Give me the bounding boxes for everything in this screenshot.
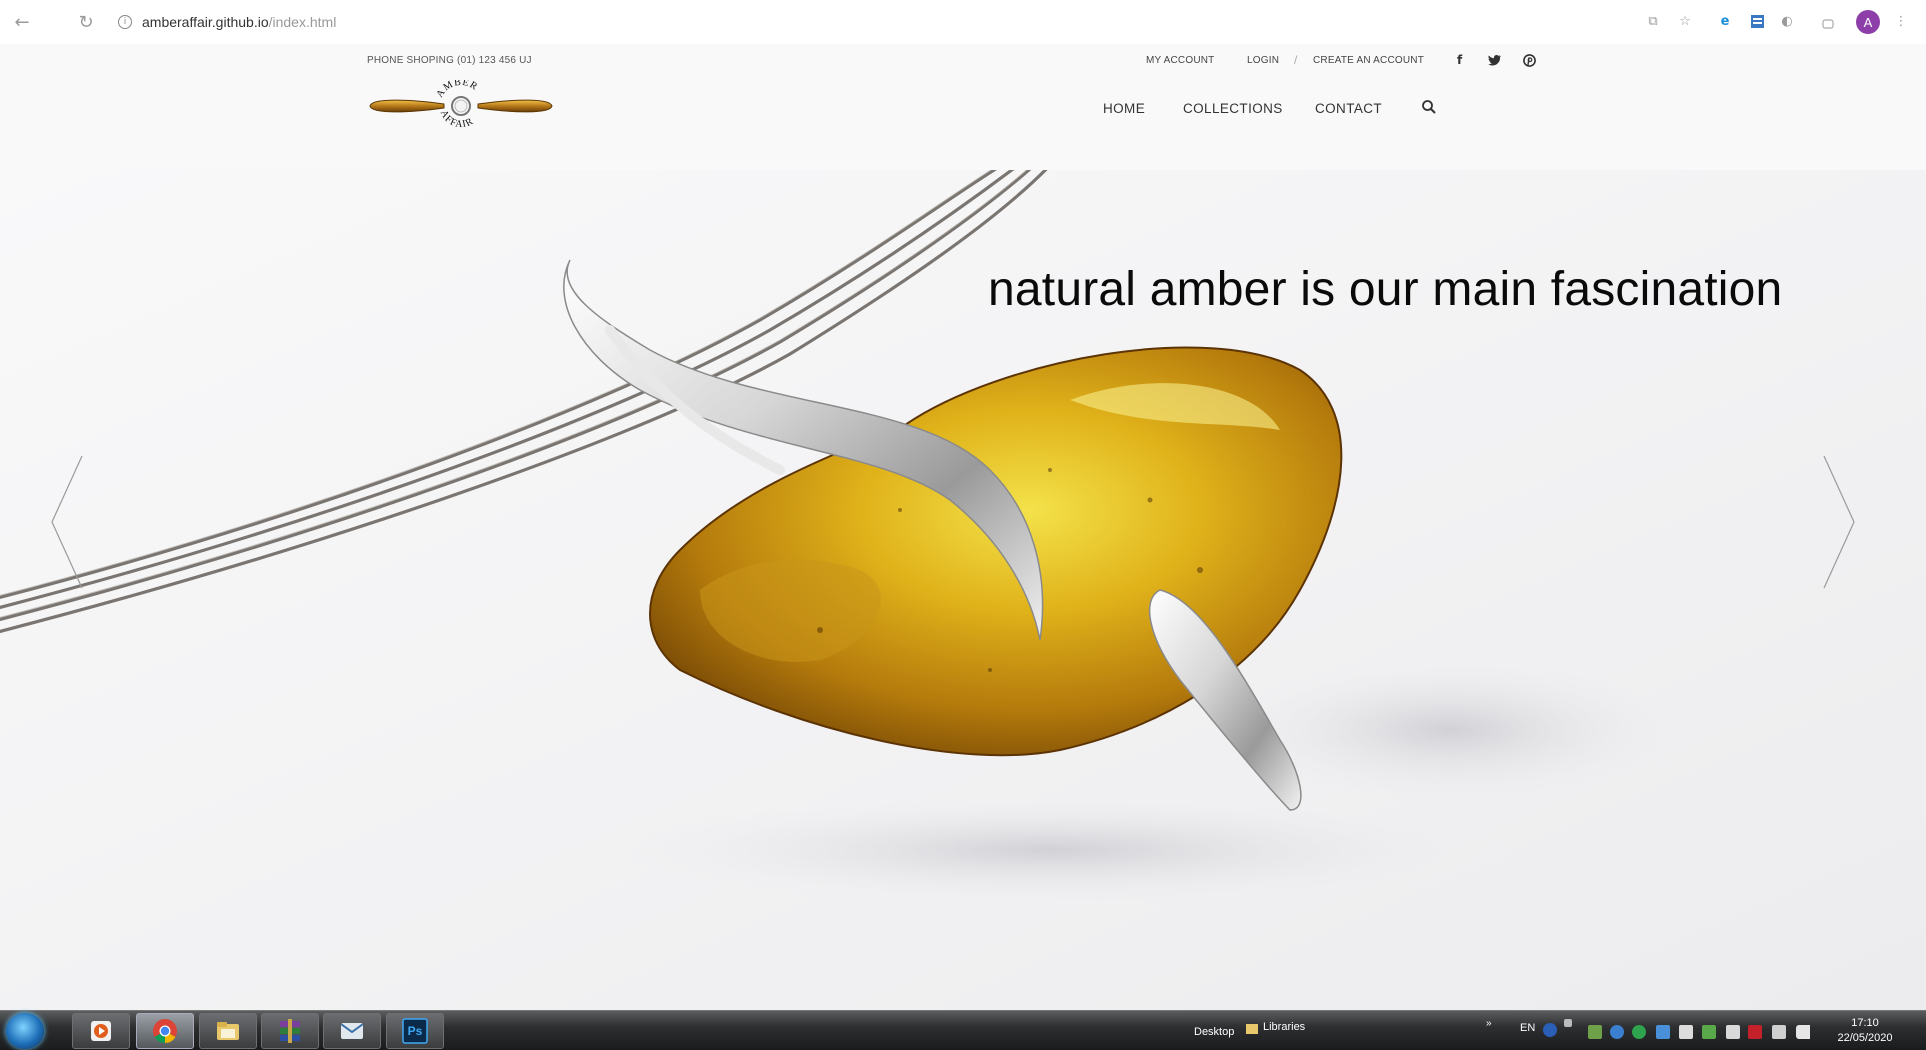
address-bar[interactable]: i amberaffair.github.io/index.html <box>118 12 336 32</box>
reload-icon[interactable]: ↻ <box>75 11 97 33</box>
extension-icon[interactable] <box>1748 12 1766 30</box>
url-host: amberaffair.github.io <box>142 14 269 30</box>
browser-toolbar: ← ↻ i amberaffair.github.io/index.html ⧉… <box>0 0 1926 44</box>
next-slide-arrow[interactable] <box>1818 452 1858 592</box>
pinterest-icon[interactable] <box>1523 54 1536 67</box>
star-icon[interactable]: ☆ <box>1676 12 1694 30</box>
network-tray-icon[interactable] <box>1772 1025 1786 1039</box>
theme-extension-icon[interactable]: ◐ <box>1778 12 1796 30</box>
hero-headline: natural amber is our main fascination <box>988 263 1783 316</box>
phone-text: PHONE SHOPING (01) 123 456 UJ <box>367 55 532 66</box>
outlook-icon[interactable] <box>323 1013 381 1049</box>
facebook-icon[interactable]: f <box>1457 53 1462 67</box>
libraries-toolbar-label[interactable]: Libraries <box>1263 1021 1305 1033</box>
svg-text:AMBER: AMBER <box>434 80 479 100</box>
photoshop-icon[interactable]: Ps <box>386 1013 444 1049</box>
taskbar-clock[interactable]: 17:10 22/05/2020 <box>1830 1016 1900 1046</box>
help-tray-icon[interactable] <box>1543 1023 1557 1037</box>
clock-time: 17:10 <box>1851 1017 1879 1029</box>
menu-dots-icon[interactable]: ⋮ <box>1892 12 1910 30</box>
toolbar-expand-icon[interactable]: » <box>1486 1018 1492 1029</box>
language-indicator[interactable]: EN <box>1520 1022 1535 1034</box>
edge-extension-icon[interactable]: e <box>1716 12 1734 30</box>
twitter-icon[interactable] <box>1488 54 1502 66</box>
media-player-icon[interactable] <box>72 1013 130 1049</box>
desktop-toolbar-label[interactable]: Desktop <box>1194 1026 1234 1038</box>
tray-app-icon-4[interactable] <box>1656 1025 1670 1039</box>
nav-contact[interactable]: CONTACT <box>1315 101 1382 116</box>
tray-app-icon-5[interactable] <box>1679 1025 1693 1039</box>
back-icon[interactable]: ← <box>11 11 33 33</box>
tray-app-icon-2[interactable] <box>1610 1025 1624 1039</box>
url-path: /index.html <box>268 14 337 30</box>
extension-badge-icon[interactable] <box>1818 12 1836 30</box>
translate-icon[interactable]: ⧉ <box>1644 12 1662 30</box>
clock-date: 22/05/2020 <box>1837 1032 1893 1044</box>
prev-slide-arrow[interactable] <box>48 452 88 592</box>
screen: ← ↻ i amberaffair.github.io/index.html ⧉… <box>0 0 1926 1050</box>
tray-app-icon-7[interactable] <box>1726 1025 1740 1039</box>
my-account-link[interactable]: MY ACCOUNT <box>1146 55 1215 66</box>
search-icon[interactable] <box>1421 99 1437 115</box>
profile-avatar[interactable]: A <box>1856 10 1880 34</box>
winrar-icon[interactable] <box>261 1013 319 1049</box>
svg-text:AFFAIR: AFFAIR <box>438 108 476 130</box>
hero-slider: natural amber is our main fascination <box>0 170 1926 1010</box>
photoshop-label: Ps <box>407 1024 423 1038</box>
windows-taskbar: Ps Desktop Libraries » EN 17:10 22/05/20… <box>0 1010 1926 1050</box>
nav-home[interactable]: HOME <box>1103 101 1145 116</box>
volume-tray-icon[interactable] <box>1796 1025 1810 1039</box>
create-account-link[interactable]: CREATE AN ACCOUNT <box>1313 55 1424 66</box>
chrome-icon[interactable] <box>136 1013 194 1049</box>
nav-collections[interactable]: COLLECTIONS <box>1183 101 1283 116</box>
tray-arrow-icon[interactable] <box>1564 1019 1572 1027</box>
tray-app-icon-3[interactable] <box>1632 1025 1646 1039</box>
tray-app-icon-8[interactable] <box>1748 1025 1762 1039</box>
login-link[interactable]: LOGIN <box>1247 55 1279 66</box>
info-icon[interactable]: i <box>118 15 132 29</box>
top-links-separator: / <box>1294 53 1298 67</box>
amber-affair-logo[interactable]: AMBER AFFAIR <box>368 80 554 132</box>
start-button[interactable] <box>6 1013 44 1049</box>
libraries-folder-icon <box>1246 1024 1258 1034</box>
tray-app-icon-1[interactable] <box>1588 1025 1602 1039</box>
tray-app-icon-6[interactable] <box>1702 1025 1716 1039</box>
file-explorer-icon[interactable] <box>199 1013 257 1049</box>
